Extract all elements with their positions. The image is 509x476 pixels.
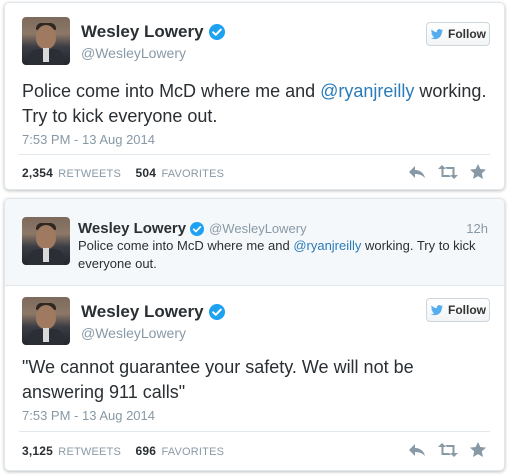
relative-time[interactable]: 12h — [466, 221, 488, 236]
tweet-card-1: Wesley Lowery @WesleyLowery Follow Polic… — [4, 2, 505, 190]
retweets-label[interactable]: RETWEETS — [58, 446, 121, 458]
favorites-label[interactable]: FAVORITES — [161, 168, 224, 180]
follow-button[interactable]: Follow — [426, 298, 490, 322]
twitter-bird-icon — [430, 28, 444, 39]
author-row: Wesley Lowery — [81, 302, 225, 322]
reply-icon[interactable] — [408, 165, 426, 184]
verified-badge-icon — [208, 24, 225, 40]
quoted-text: Police come into McD where me and @ryanj… — [78, 237, 478, 273]
author-handle[interactable]: @WesleyLowery — [209, 221, 307, 236]
avatar[interactable] — [22, 217, 70, 265]
tweet-stats: 2,354 RETWEETS 504 FAVORITES — [22, 166, 224, 180]
favorites-count[interactable]: 696 — [136, 444, 157, 458]
author-row: Wesley Lowery — [81, 22, 225, 42]
tweet-card-2: Wesley Lowery @WesleyLowery 12h Police c… — [4, 198, 505, 471]
author-handle[interactable]: @WesleyLowery — [81, 45, 186, 61]
tweet-text-part: Police come into McD where me and — [22, 81, 321, 101]
star-icon[interactable] — [470, 164, 486, 184]
verified-badge-icon — [208, 304, 225, 320]
follow-label: Follow — [448, 27, 486, 41]
author-name[interactable]: Wesley Lowery — [81, 302, 204, 322]
tweet-actions — [408, 442, 486, 462]
follow-label: Follow — [448, 303, 486, 317]
timestamp[interactable]: 7:53 PM - 13 Aug 2014 — [22, 408, 155, 423]
divider — [19, 154, 490, 155]
timestamp[interactable]: 7:53 PM - 13 Aug 2014 — [22, 132, 155, 147]
tweet-text: "We cannot guarantee your safety. We wil… — [22, 357, 414, 402]
author-name[interactable]: Wesley Lowery — [81, 22, 204, 42]
tweet-stats: 3,125 RETWEETS 696 FAVORITES — [22, 444, 224, 458]
quoted-tweet[interactable]: Wesley Lowery @WesleyLowery 12h Police c… — [5, 199, 504, 286]
mention-link[interactable]: @ryanjreilly — [293, 238, 361, 253]
avatar[interactable] — [22, 297, 70, 345]
follow-button[interactable]: Follow — [426, 22, 490, 46]
author-handle[interactable]: @WesleyLowery — [81, 325, 186, 341]
favorites-count[interactable]: 504 — [136, 166, 157, 180]
author-row: Wesley Lowery @WesleyLowery — [78, 220, 307, 237]
retweets-count[interactable]: 3,125 — [22, 444, 53, 458]
divider — [19, 431, 490, 432]
retweets-label[interactable]: RETWEETS — [58, 168, 121, 180]
tweet-actions — [408, 164, 486, 184]
author-name[interactable]: Wesley Lowery — [78, 220, 186, 237]
retweet-icon[interactable] — [438, 442, 458, 462]
star-icon[interactable] — [470, 442, 486, 462]
retweets-count[interactable]: 2,354 — [22, 166, 53, 180]
avatar[interactable] — [22, 17, 70, 65]
twitter-bird-icon — [430, 304, 444, 315]
retweet-icon[interactable] — [438, 164, 458, 184]
tweet-text-part: Police come into McD where me and — [78, 238, 294, 253]
verified-badge-icon — [190, 221, 205, 236]
favorites-label[interactable]: FAVORITES — [161, 446, 224, 458]
tweet-text: Police come into McD where me and @ryanj… — [22, 79, 492, 129]
reply-icon[interactable] — [408, 443, 426, 462]
mention-link[interactable]: @ryanjreilly — [320, 81, 414, 101]
